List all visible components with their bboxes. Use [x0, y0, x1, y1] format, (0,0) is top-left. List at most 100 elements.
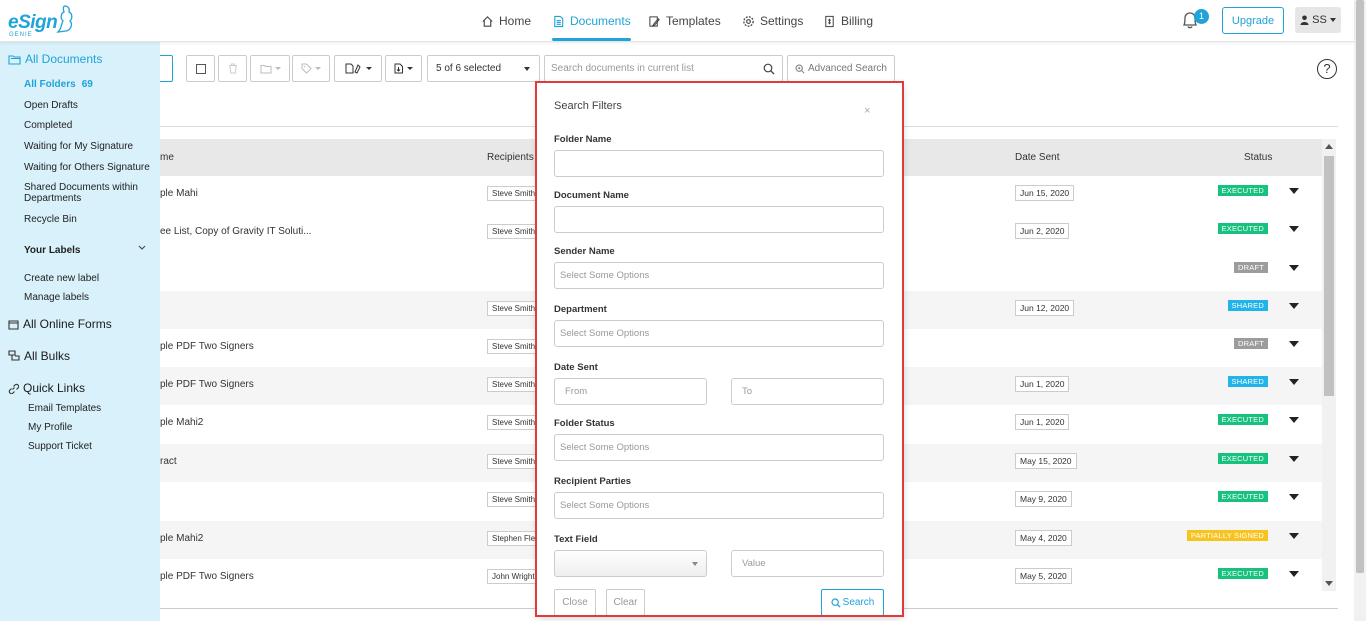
department-select[interactable]: Select Some Options: [554, 320, 884, 347]
close-button[interactable]: Close: [554, 589, 596, 616]
row-actions-caret-icon[interactable]: [1289, 341, 1299, 347]
value-placeholder: Value: [742, 558, 766, 569]
row-actions-caret-icon[interactable]: [1289, 379, 1299, 385]
row-document-name[interactable]: ract: [160, 456, 177, 467]
search-input[interactable]: Search documents in current list: [544, 55, 783, 82]
row-actions-caret-icon[interactable]: [1289, 188, 1299, 194]
selection-dropdown[interactable]: 5 of 6 selected: [427, 55, 540, 82]
chevron-down-icon: [365, 67, 372, 70]
help-icon[interactable]: ?: [1317, 59, 1337, 79]
row-document-name[interactable]: ee List, Copy of Gravity IT Soluti...: [160, 226, 312, 237]
row-document-name[interactable]: ple PDF Two Signers: [160, 341, 254, 352]
row-actions-caret-icon[interactable]: [1289, 265, 1299, 271]
sidebar-item-shared-documents[interactable]: Shared Documents within Departments: [24, 182, 152, 204]
sidebar-item-create-label[interactable]: Create new label: [24, 273, 99, 284]
scroll-up-icon[interactable]: [1325, 144, 1333, 149]
user-menu[interactable]: SS: [1295, 7, 1341, 33]
folder-icon: [8, 54, 21, 65]
sidebar-item-recycle-bin[interactable]: Recycle Bin: [24, 214, 77, 225]
sign-doc-button[interactable]: [334, 55, 382, 82]
recipient-placeholder: Select Some Options: [560, 500, 650, 511]
nav-templates[interactable]: Templates: [648, 0, 721, 42]
billing-icon: [825, 15, 834, 27]
sidebar-all-documents-label: All Documents: [25, 52, 103, 66]
table-scrollbar[interactable]: [1322, 139, 1336, 591]
sidebar-item-email-templates[interactable]: Email Templates: [28, 403, 101, 414]
home-icon: [482, 15, 493, 27]
sidebar-item-completed[interactable]: Completed: [24, 120, 72, 131]
sender-placeholder: Select Some Options: [560, 270, 650, 281]
move-folder-button[interactable]: [250, 55, 290, 82]
select-all-checkbox[interactable]: [186, 55, 215, 82]
folder-name-field[interactable]: [554, 150, 884, 177]
sidebar-quick-links[interactable]: Quick Links: [8, 381, 85, 395]
nav-documents[interactable]: Documents: [552, 0, 631, 42]
chevron-down-icon: [524, 67, 530, 71]
row-document-name[interactable]: ple Mahi: [160, 188, 198, 199]
date-from-field[interactable]: From: [554, 378, 707, 405]
label-button[interactable]: [292, 55, 330, 82]
row-document-name[interactable]: ple PDF Two Signers: [160, 379, 254, 390]
genie-icon: [56, 5, 73, 33]
nav-billing[interactable]: Billing: [823, 0, 873, 42]
page-scrollbar-thumb[interactable]: [1356, 0, 1364, 573]
row-recipient: Steve Smith: [487, 339, 537, 354]
nav-templates-wrap: Templates: [648, 0, 721, 42]
row-actions-caret-icon[interactable]: [1289, 226, 1299, 232]
row-recipient: Stephen Fleming: [487, 531, 537, 546]
text-field-select[interactable]: [554, 550, 707, 577]
row-document-name[interactable]: ple Mahi2: [160, 417, 203, 428]
search-button[interactable]: Search: [821, 589, 884, 616]
header-status[interactable]: Status: [1244, 152, 1272, 163]
header-name[interactable]: me: [160, 152, 174, 163]
header-date-sent[interactable]: Date Sent: [1015, 152, 1059, 163]
sender-name-select[interactable]: Select Some Options: [554, 262, 884, 289]
document-name-field[interactable]: [554, 206, 884, 233]
folder-status-select[interactable]: Select Some Options: [554, 434, 884, 461]
folder-name-label: Folder Name: [554, 134, 612, 145]
upgrade-button[interactable]: Upgrade: [1222, 7, 1284, 34]
row-actions-caret-icon[interactable]: [1289, 417, 1299, 423]
chevron-down-icon: [274, 67, 281, 70]
document-name-label: Document Name: [554, 190, 629, 201]
sidebar-all-online-forms[interactable]: All Online Forms: [8, 317, 112, 331]
tag-icon: [301, 63, 312, 74]
close-icon[interactable]: ×: [864, 105, 870, 117]
row-actions-caret-icon[interactable]: [1289, 456, 1299, 462]
advanced-search-button[interactable]: Advanced Search: [787, 55, 895, 82]
esign-genie-logo[interactable]: eSign GENIE: [6, 3, 74, 39]
row-actions-caret-icon[interactable]: [1289, 533, 1299, 539]
row-actions-caret-icon[interactable]: [1289, 571, 1299, 577]
sidebar-your-labels[interactable]: Your Labels: [24, 245, 146, 256]
sidebar-item-waiting-others-signature[interactable]: Waiting for Others Signature: [24, 162, 150, 173]
sidebar-all-bulks[interactable]: All Bulks: [8, 349, 70, 363]
table-scrollbar-thumb[interactable]: [1324, 156, 1334, 396]
sidebar-all-documents[interactable]: All Documents: [8, 52, 102, 66]
text-field-value[interactable]: Value: [731, 550, 884, 577]
search-icon[interactable]: [763, 63, 775, 75]
search-placeholder: Search documents in current list: [551, 63, 694, 74]
sidebar-item-manage-labels[interactable]: Manage labels: [24, 292, 89, 303]
recipient-parties-select[interactable]: Select Some Options: [554, 492, 884, 519]
row-actions-caret-icon[interactable]: [1289, 303, 1299, 309]
page-scrollbar[interactable]: [1354, 0, 1366, 621]
status-badge: SHARED: [1227, 300, 1268, 311]
nav-settings[interactable]: Settings: [742, 0, 803, 42]
download-button[interactable]: [385, 55, 422, 82]
sidebar-item-waiting-my-signature[interactable]: Waiting for My Signature: [24, 141, 133, 152]
sidebar-item-open-drafts[interactable]: Open Drafts: [24, 100, 78, 111]
sidebar-item-my-profile[interactable]: My Profile: [28, 422, 72, 433]
delete-button[interactable]: [218, 55, 247, 82]
sidebar-item-all-folders[interactable]: All Folders 69: [24, 79, 93, 90]
zoom-search-icon: [795, 64, 805, 73]
row-actions-caret-icon[interactable]: [1289, 494, 1299, 500]
row-document-name[interactable]: ple Mahi2: [160, 533, 203, 544]
chevron-down-icon: [315, 67, 321, 70]
clear-button[interactable]: Clear: [606, 589, 645, 616]
nav-home[interactable]: Home: [481, 0, 531, 42]
sidebar-item-support-ticket[interactable]: Support Ticket: [28, 441, 92, 452]
department-placeholder: Select Some Options: [560, 328, 650, 339]
scroll-down-icon[interactable]: [1325, 581, 1333, 586]
row-document-name[interactable]: ple PDF Two Signers: [160, 571, 254, 582]
date-to-field[interactable]: To: [731, 378, 884, 405]
